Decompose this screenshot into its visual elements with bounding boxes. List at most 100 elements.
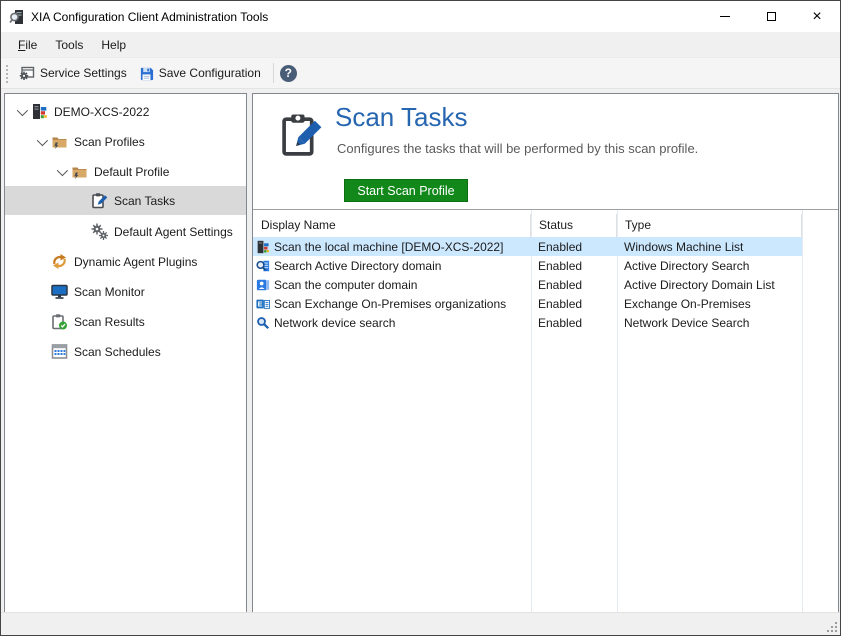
service-settings-label: Service Settings bbox=[40, 66, 127, 80]
window-title: XIA Configuration Client Administration … bbox=[31, 10, 702, 24]
tree-item-scan-tasks[interactable]: Scan Tasks bbox=[5, 186, 246, 215]
cell-type: Active Directory Search bbox=[617, 256, 802, 275]
svg-text:E: E bbox=[258, 299, 263, 308]
title-bar: XIA Configuration Client Administration … bbox=[1, 1, 840, 32]
tree-item-scan-monitor[interactable]: Scan Monitor bbox=[5, 277, 246, 306]
list-rows: Scan the local machine [DEMO-XCS-2022] E… bbox=[253, 237, 838, 332]
row-label: Search Active Directory domain bbox=[274, 259, 441, 273]
maximize-button[interactable] bbox=[748, 1, 794, 32]
plugin-arrows-icon bbox=[51, 253, 68, 270]
page-title: Scan Tasks bbox=[335, 102, 467, 133]
tree-item-demo-xcs-2022[interactable]: DEMO-XCS-2022 bbox=[5, 97, 246, 126]
tree-item-label: Scan Results bbox=[74, 315, 145, 329]
menu-tools[interactable]: Tools bbox=[46, 34, 92, 56]
server-icon bbox=[31, 103, 48, 120]
menu-help[interactable]: Help bbox=[92, 34, 135, 56]
cell-status: Enabled bbox=[531, 275, 617, 294]
exchange-icon: E bbox=[256, 297, 270, 311]
tree-item-dynamic-agent-plugins[interactable]: Dynamic Agent Plugins bbox=[5, 247, 246, 276]
toolbar-separator bbox=[273, 63, 274, 83]
cell-display-name: Scan the local machine [DEMO-XCS-2022] bbox=[253, 237, 531, 256]
magnifier-icon bbox=[256, 316, 270, 330]
row-label: Scan the local machine [DEMO-XCS-2022] bbox=[274, 240, 503, 254]
column-header-type[interactable]: Type bbox=[617, 214, 802, 237]
minimize-icon bbox=[720, 16, 730, 17]
clipboard-check-icon bbox=[51, 313, 68, 330]
chevron-down-icon[interactable] bbox=[11, 108, 31, 116]
scan-tasks-icon bbox=[279, 112, 326, 159]
row-label: Network device search bbox=[274, 316, 395, 330]
menu-file[interactable]: File bbox=[9, 34, 46, 56]
cell-type: Active Directory Domain List bbox=[617, 275, 802, 294]
chevron-down-icon[interactable] bbox=[51, 168, 71, 176]
cell-display-name: Network device search bbox=[253, 313, 531, 332]
maximize-icon bbox=[767, 12, 776, 21]
column-header-status[interactable]: Status bbox=[531, 214, 617, 237]
tree-item-scan-results[interactable]: Scan Results bbox=[5, 307, 246, 336]
toolbar: Service Settings Save Configuration ? bbox=[1, 58, 840, 89]
chevron-down-icon[interactable] bbox=[31, 138, 51, 146]
tree-item-label: DEMO-XCS-2022 bbox=[54, 105, 149, 119]
cell-status: Enabled bbox=[531, 256, 617, 275]
cell-display-name: E Scan Exchange On-Premises organization… bbox=[253, 294, 531, 313]
page-description: Configures the tasks that will be perfor… bbox=[337, 141, 698, 156]
column-header-filler bbox=[802, 214, 838, 237]
tree-item-label: Scan Schedules bbox=[74, 345, 161, 359]
table-row-computer-domain[interactable]: Scan the computer domain Enabled Active … bbox=[253, 275, 838, 294]
cell-type: Windows Machine List bbox=[617, 237, 802, 256]
gears-icon bbox=[91, 223, 108, 240]
service-settings-button[interactable]: Service Settings bbox=[13, 61, 133, 85]
section-header: Scan Tasks Configures the tasks that wil… bbox=[253, 94, 838, 210]
tree-item-label: Scan Monitor bbox=[74, 285, 145, 299]
minimize-button[interactable] bbox=[702, 1, 748, 32]
close-icon: × bbox=[812, 9, 821, 25]
close-button[interactable]: × bbox=[794, 1, 840, 32]
table-row-local-machine[interactable]: Scan the local machine [DEMO-XCS-2022] E… bbox=[253, 237, 838, 256]
cell-display-name: Scan the computer domain bbox=[253, 275, 531, 294]
save-icon bbox=[139, 66, 154, 81]
cell-filler bbox=[802, 294, 838, 313]
cell-filler bbox=[802, 275, 838, 294]
navigation-tree: DEMO-XCS-2022 Scan Profiles bbox=[4, 93, 247, 613]
calendar-icon bbox=[51, 343, 68, 360]
table-row-ad-search[interactable]: Search Active Directory domain Enabled A… bbox=[253, 256, 838, 275]
window-controls: × bbox=[702, 1, 840, 32]
column-header-display-name[interactable]: Display Name bbox=[253, 214, 531, 237]
cell-filler bbox=[802, 256, 838, 275]
service-settings-icon bbox=[19, 65, 35, 81]
table-row-network-search[interactable]: Network device search Enabled Network De… bbox=[253, 313, 838, 332]
status-bar bbox=[1, 612, 840, 635]
resize-grip-icon[interactable] bbox=[826, 621, 838, 633]
app-icon bbox=[9, 9, 25, 25]
folder-lightning-icon bbox=[71, 163, 88, 180]
clipboard-pencil-icon bbox=[91, 192, 108, 209]
folder-lightning-icon bbox=[51, 133, 68, 150]
monitor-icon bbox=[51, 283, 68, 300]
tree-item-label: Scan Tasks bbox=[114, 194, 175, 208]
cell-filler bbox=[802, 313, 838, 332]
cell-type: Exchange On-Premises bbox=[617, 294, 802, 313]
tree-item-label: Scan Profiles bbox=[74, 135, 145, 149]
scan-tasks-list: Display Name Status Type bbox=[253, 210, 838, 612]
app-window: XIA Configuration Client Administration … bbox=[0, 0, 841, 636]
cell-status: Enabled bbox=[531, 313, 617, 332]
tree-item-label: Default Agent Settings bbox=[114, 225, 233, 239]
row-label: Scan the computer domain bbox=[274, 278, 417, 292]
tree-item-default-profile[interactable]: Default Profile bbox=[5, 157, 246, 186]
server-icon bbox=[256, 240, 270, 254]
tree-item-label: Dynamic Agent Plugins bbox=[74, 255, 197, 269]
tree-item-scan-schedules[interactable]: Scan Schedules bbox=[5, 337, 246, 366]
tree-item-label: Default Profile bbox=[94, 165, 169, 179]
list-header: Display Name Status Type bbox=[253, 214, 838, 237]
cell-status: Enabled bbox=[531, 237, 617, 256]
help-icon[interactable]: ? bbox=[280, 65, 297, 82]
table-row-exchange[interactable]: E Scan Exchange On-Premises organization… bbox=[253, 294, 838, 313]
tree-item-scan-profiles[interactable]: Scan Profiles bbox=[5, 127, 246, 156]
save-configuration-button[interactable]: Save Configuration bbox=[133, 62, 267, 85]
user-badge-icon bbox=[256, 278, 270, 292]
start-scan-profile-button[interactable]: Start Scan Profile bbox=[344, 179, 468, 202]
ad-search-icon bbox=[256, 259, 270, 273]
toolbar-grip[interactable] bbox=[4, 63, 9, 83]
cell-filler bbox=[802, 237, 838, 256]
tree-item-default-agent-settings[interactable]: Default Agent Settings bbox=[5, 217, 246, 246]
